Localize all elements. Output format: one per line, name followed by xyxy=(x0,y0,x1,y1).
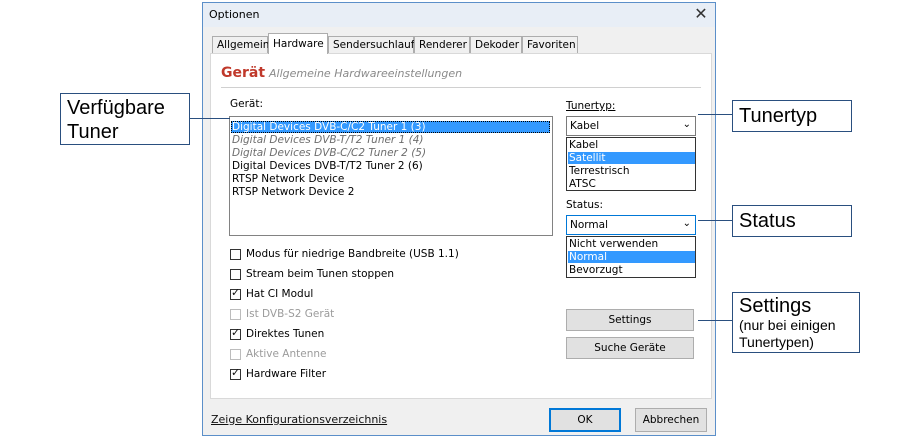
callout-status: Status xyxy=(732,205,852,237)
device-item-3[interactable]: Digital Devices DVB-C/C2 Tuner 2 (5) xyxy=(231,147,426,159)
status-option-bevorzugt[interactable]: Bevorzugt xyxy=(568,264,623,276)
tab-dekoder[interactable]: Dekoder xyxy=(470,36,522,53)
tunertype-dropdown[interactable]: Kabel Satellit Terrestrisch ATSC xyxy=(566,137,696,191)
tunertype-option-terrestrisch[interactable]: Terrestrisch xyxy=(568,165,630,177)
status-select[interactable]: Normal ⌄ xyxy=(566,215,696,235)
tunertype-value: Kabel xyxy=(570,120,600,132)
device-item-5[interactable]: RTSP Network Device xyxy=(231,173,344,185)
tunertype-option-kabel[interactable]: Kabel xyxy=(568,139,598,151)
tab-favoriten[interactable]: Favoriten xyxy=(522,36,578,53)
checkbox-label: Hat CI Modul xyxy=(246,288,314,300)
window-title: Optionen xyxy=(209,8,260,21)
device-item-1[interactable]: Digital Devices DVB-C/C2 Tuner 1 (3) xyxy=(231,121,550,133)
checkbox-label: Modus für niedrige Bandbreite (USB 1.1) xyxy=(246,248,459,260)
cancel-button[interactable]: Abbrechen xyxy=(635,408,707,432)
callout-settings-note-line: Tunertypen) xyxy=(739,334,814,350)
close-icon[interactable]: ✕ xyxy=(691,4,711,24)
device-item-6[interactable]: RTSP Network Device 2 xyxy=(231,186,354,198)
checkbox-direct-tuning[interactable]: Direktes Tunen xyxy=(230,326,325,341)
tab-hardware[interactable]: Hardware xyxy=(268,33,328,54)
device-label: Gerät: xyxy=(230,98,264,110)
chevron-down-icon[interactable]: ⌄ xyxy=(683,119,691,130)
checkbox-label: Aktive Antenne xyxy=(246,348,327,360)
checkbox-label: Ist DVB-S2 Gerät xyxy=(246,308,335,320)
tunertype-option-atsc[interactable]: ATSC xyxy=(568,178,596,190)
leader-line-tunertype xyxy=(698,114,732,115)
status-dropdown[interactable]: Nicht verwenden Normal Bevorzugt xyxy=(566,236,696,278)
tunertype-select[interactable]: Kabel ⌄ xyxy=(566,116,696,136)
config-directory-link[interactable]: Zeige Konfigurationsverzeichnis xyxy=(211,413,387,426)
heading-title: Gerät xyxy=(221,65,266,81)
checkbox-low-bandwidth[interactable]: Modus für niedrige Bandbreite (USB 1.1) xyxy=(230,247,459,261)
checkbox-box-checked[interactable] xyxy=(230,326,241,340)
tab-allgemein[interactable]: Allgemein xyxy=(212,36,269,53)
heading-subtitle: Allgemeine Hardwareeinstellungen xyxy=(269,67,463,80)
heading-divider xyxy=(221,87,701,88)
tunertype-option-satellit[interactable]: Satellit xyxy=(568,152,695,164)
checkbox-box-disabled xyxy=(230,348,241,360)
device-item-4[interactable]: Digital Devices DVB-T/T2 Tuner 2 (6) xyxy=(231,160,423,172)
ok-button[interactable]: OK xyxy=(549,408,621,432)
checkbox-box-checked[interactable] xyxy=(230,366,241,380)
checkbox-box-checked[interactable] xyxy=(230,286,241,300)
status-label: Status: xyxy=(566,199,603,211)
callout-settings-note-line: (nur bei einigen xyxy=(739,317,836,333)
status-option-normal[interactable]: Normal xyxy=(568,251,695,263)
callout-text-line: Tuner xyxy=(67,121,119,143)
tab-renderer[interactable]: Renderer xyxy=(414,36,470,53)
checkbox-active-antenna: Aktive Antenne xyxy=(230,347,327,361)
leader-line-settings xyxy=(698,320,732,321)
checkbox-stop-stream[interactable]: Stream beim Tunen stoppen xyxy=(230,267,394,281)
checkbox-box-disabled xyxy=(230,308,241,320)
status-value: Normal xyxy=(570,219,608,231)
checkbox-ci-module[interactable]: Hat CI Modul xyxy=(230,286,314,301)
callout-text-line: Verfügbare xyxy=(67,97,165,119)
checkbox-box[interactable] xyxy=(230,248,241,260)
checkbox-label: Hardware Filter xyxy=(246,368,327,380)
checkbox-label: Direktes Tunen xyxy=(246,328,325,340)
callout-settings-title: Settings xyxy=(739,295,812,317)
checkbox-hardware-filter[interactable]: Hardware Filter xyxy=(230,366,327,381)
checkbox-label: Stream beim Tunen stoppen xyxy=(246,268,394,280)
callout-available-tuners: Verfügbare Tuner xyxy=(60,93,190,145)
leader-line-tuners xyxy=(190,118,230,119)
settings-button[interactable]: Settings xyxy=(566,309,694,331)
section-heading: Gerät Allgemeine Hardwareeinstellungen xyxy=(221,65,462,81)
callout-settings: Settings (nur bei einigen Tunertypen) xyxy=(732,292,860,353)
device-item-2[interactable]: Digital Devices DVB-T/T2 Tuner 1 (4) xyxy=(231,134,423,146)
checkbox-box[interactable] xyxy=(230,268,241,280)
tab-sendersuchlauf[interactable]: Sendersuchlauf xyxy=(328,36,414,53)
title-bar[interactable]: Optionen ✕ xyxy=(203,3,715,27)
search-devices-button[interactable]: Suche Geräte xyxy=(566,337,694,359)
checkbox-dvb-s2: Ist DVB-S2 Gerät xyxy=(230,307,334,321)
status-option-nicht-verwenden[interactable]: Nicht verwenden xyxy=(568,238,658,250)
callout-tunertype: Tunertyp xyxy=(732,100,852,132)
tunertype-label: Tunertyp: xyxy=(566,100,616,112)
options-dialog: Optionen ✕ Allgemein Hardware Sendersuch… xyxy=(202,2,716,436)
device-list[interactable]: Digital Devices DVB-C/C2 Tuner 1 (3) Dig… xyxy=(229,116,553,236)
chevron-down-icon[interactable]: ⌄ xyxy=(683,218,691,229)
leader-line-status xyxy=(698,220,732,221)
